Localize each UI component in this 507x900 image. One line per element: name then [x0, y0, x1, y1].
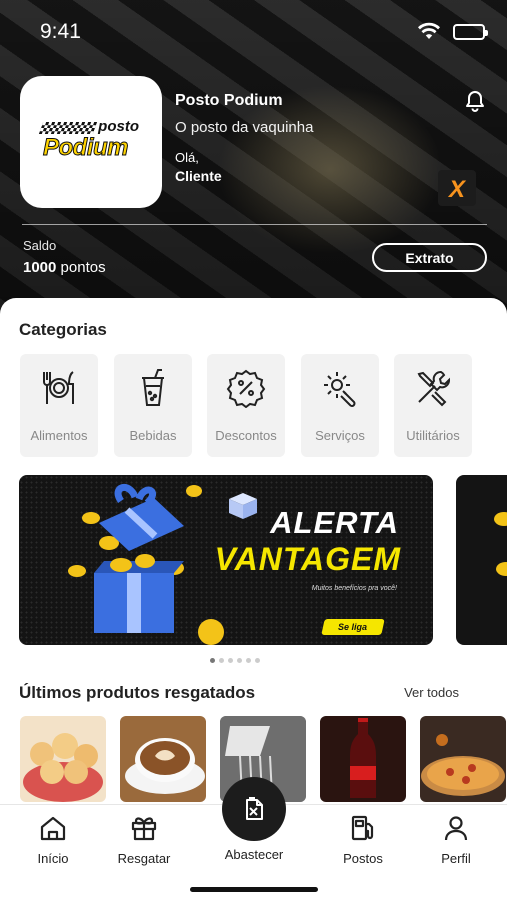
bell-icon[interactable]: [465, 90, 485, 117]
product-thumb-pao-de-queijo[interactable]: [20, 716, 106, 802]
carousel-dot[interactable]: [237, 658, 242, 663]
category-descontos[interactable]: Descontos: [207, 354, 285, 457]
logo-word-posto: posto: [98, 118, 139, 135]
fuel-can-icon: [246, 797, 263, 820]
balance-value: 1000 pontos: [23, 259, 106, 276]
checkered-flag-icon: [38, 122, 98, 134]
logo-word-podium: Podium: [43, 134, 130, 162]
nav-perfil[interactable]: Perfil: [411, 811, 501, 871]
carousel-dots: [210, 658, 260, 663]
station-info: Posto Podium O posto da vaquinha Olá, Cl…: [175, 92, 313, 184]
banner-title-line1: ALERTA: [270, 505, 399, 540]
carousel-dot[interactable]: [219, 658, 224, 663]
banner-cta[interactable]: Se liga: [321, 619, 385, 635]
wifi-icon: [417, 22, 441, 45]
x-logo-icon: X: [447, 176, 467, 201]
discount-badge-icon: [207, 366, 285, 410]
category-label: Bebidas: [129, 428, 177, 443]
balance: Saldo 1000 pontos: [23, 238, 106, 276]
home-indicator[interactable]: [190, 887, 318, 892]
gift-icon: [99, 811, 189, 845]
banner-cta-label: Se liga: [338, 622, 368, 632]
status-bar: 9:41: [0, 18, 507, 48]
product-thumb-pizza[interactable]: [420, 716, 506, 802]
carousel-dot[interactable]: [246, 658, 251, 663]
nav-inicio[interactable]: Início: [8, 811, 98, 871]
category-label: Alimentos: [30, 428, 88, 443]
user-name: Cliente: [175, 168, 222, 184]
category-label: Serviços: [315, 428, 365, 443]
fuel-pump-icon: [318, 811, 408, 845]
wrench-screwdriver-icon: [394, 366, 472, 410]
status-time: 9:41: [40, 20, 81, 43]
nav-resgatar[interactable]: Resgatar: [99, 811, 189, 871]
header: 9:41 posto Podium Posto Podium O posto d…: [0, 0, 507, 330]
station-logo: posto Podium: [20, 76, 162, 208]
category-label: Utilitários: [406, 428, 460, 443]
greeting: Olá,: [175, 150, 199, 165]
category-label: Descontos: [215, 428, 277, 443]
partner-badge[interactable]: X: [438, 170, 476, 206]
recent-products-title: Últimos produtos resgatados: [19, 683, 256, 702]
nav-label: Início: [37, 851, 69, 866]
coin-icon: [494, 512, 507, 576]
balance-unit: pontos: [60, 259, 106, 276]
station-name: Posto Podium: [175, 92, 283, 109]
user-icon: [411, 811, 501, 845]
station-tagline: O posto da vaquinha: [175, 119, 314, 136]
drink-cup-icon: [114, 366, 192, 410]
banner-subtitle: Muitos benefícios pra você!: [311, 585, 397, 592]
product-thumb-coca-cola[interactable]: [320, 716, 406, 802]
promo-banner[interactable]: ALERTA VANTAGEM Muitos benefícios pra vo…: [19, 475, 433, 645]
nav-abastecer-button[interactable]: [222, 777, 286, 841]
category-bebidas[interactable]: Bebidas: [114, 354, 192, 457]
promo-banner-next[interactable]: [456, 475, 507, 645]
category-utilitarios[interactable]: Utilitários: [394, 354, 472, 457]
banner-title-line2: VANTAGEM: [214, 541, 401, 577]
product-thumb-cafe[interactable]: [120, 716, 206, 802]
svg-text:X: X: [447, 176, 467, 201]
nav-label: Resgatar: [117, 851, 171, 866]
nav-postos[interactable]: Postos: [318, 811, 408, 871]
nav-label: Postos: [343, 851, 383, 866]
nav-label[interactable]: Abastecer: [200, 847, 308, 862]
header-divider: [22, 224, 487, 225]
battery-icon: [453, 24, 488, 40]
fork-plate-knife-icon: [20, 366, 98, 410]
category-servicos[interactable]: Serviços: [301, 354, 379, 457]
balance-amount: 1000: [23, 259, 57, 276]
gear-wrench-icon: [301, 366, 379, 410]
carousel-dot[interactable]: [210, 658, 215, 663]
home-icon: [8, 811, 98, 845]
coin-icon: [198, 619, 224, 645]
category-alimentos[interactable]: Alimentos: [20, 354, 98, 457]
carousel-dot[interactable]: [228, 658, 233, 663]
categories-title: Categorias: [19, 320, 107, 339]
nav-label: Perfil: [441, 851, 471, 866]
carousel-dot[interactable]: [255, 658, 260, 663]
small-gift-icon: [229, 493, 257, 519]
bottom-nav: Início Resgatar Abastecer Postos Perfil: [0, 777, 507, 900]
gift-box-icon: [68, 484, 202, 633]
view-all-link[interactable]: Ver todos: [404, 685, 459, 700]
extrato-button[interactable]: Extrato: [372, 243, 487, 272]
balance-label: Saldo: [23, 238, 57, 253]
